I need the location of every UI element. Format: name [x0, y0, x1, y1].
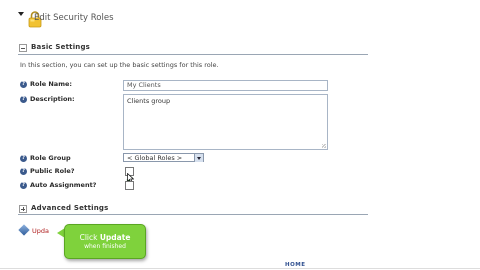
help-icon[interactable]: ?	[20, 168, 27, 175]
auto-assignment-checkbox[interactable]	[125, 181, 134, 190]
help-icon[interactable]: ?	[20, 81, 27, 88]
description-text: Clients group	[127, 97, 171, 105]
role-group-select[interactable]: < Global Roles >	[123, 153, 204, 162]
tooltip-suffix: when finished	[84, 243, 126, 250]
page-title: Edit Security Roles	[34, 13, 114, 23]
collapse-basic-settings-icon[interactable]	[19, 44, 27, 52]
section-divider	[18, 54, 368, 55]
resize-grip-icon[interactable]	[322, 144, 326, 148]
tooltip-action: Update	[99, 233, 131, 242]
section-divider	[18, 214, 368, 215]
public-role-label: Public Role?	[30, 167, 75, 175]
help-icon[interactable]: ?	[20, 155, 27, 162]
basic-settings-description: In this section, you can set up the basi…	[20, 61, 219, 69]
help-icon[interactable]: ?	[20, 96, 27, 103]
help-icon[interactable]: ?	[20, 182, 27, 189]
update-icon[interactable]	[18, 224, 30, 236]
description-textarea[interactable]: Clients group	[123, 94, 328, 150]
advanced-settings-heading: Advanced Settings	[31, 204, 109, 212]
update-link[interactable]: Upda	[32, 227, 49, 235]
chevron-down-icon[interactable]	[194, 154, 203, 162]
instruction-tooltip: Click Update when finished	[64, 224, 146, 259]
collapse-arrow-icon[interactable]	[18, 12, 24, 16]
tooltip-prefix: Click	[79, 233, 98, 242]
auto-assignment-label: Auto Assignment?	[30, 181, 97, 189]
expand-advanced-settings-icon[interactable]	[19, 205, 27, 213]
basic-settings-heading: Basic Settings	[31, 43, 91, 51]
footer-divider	[0, 268, 480, 269]
role-group-value: < Global Roles >	[127, 154, 183, 162]
role-group-label: Role Group	[30, 154, 71, 162]
role-name-input[interactable]: My Clients	[123, 80, 328, 91]
role-name-label: Role Name:	[30, 80, 72, 88]
description-label: Description:	[30, 95, 75, 103]
